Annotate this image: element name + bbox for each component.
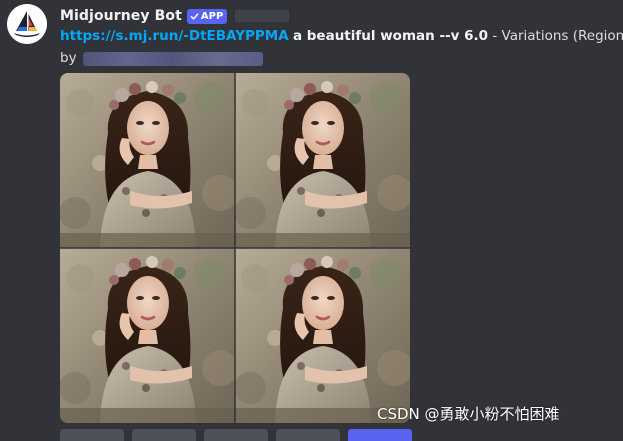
image-grid-icon	[60, 73, 410, 423]
author-name[interactable]: Midjourney Bot	[60, 8, 182, 24]
redacted-user-mention	[82, 51, 263, 66]
message-content: https://s.mj.run/-DtEBAYPPMA a beautiful…	[60, 27, 623, 46]
prompt-link[interactable]: https://s.mj.run/-DtEBAYPPMA	[60, 28, 289, 44]
action-button[interactable]	[276, 429, 340, 441]
watermark: CSDN @勇敢小粉不怕困难	[377, 405, 560, 423]
generated-image-grid[interactable]	[60, 73, 410, 423]
bot-avatar[interactable]	[7, 4, 47, 44]
redacted-timestamp	[235, 10, 290, 22]
action-button[interactable]	[132, 429, 196, 441]
app-badge: APP	[186, 8, 228, 24]
action-buttons-row	[60, 429, 412, 441]
checkmark-icon	[190, 12, 199, 20]
app-badge-label: APP	[200, 10, 224, 22]
action-button[interactable]	[60, 429, 124, 441]
action-button[interactable]	[204, 429, 268, 441]
variation-type: - Variations (Region)	[492, 28, 623, 44]
message-header: Midjourney Bot APP	[60, 6, 290, 26]
byline: by	[60, 49, 263, 68]
chat-message: Midjourney Bot APP https://s.mj.run/-DtE…	[0, 0, 623, 441]
prompt-text: a beautiful woman --v 6.0	[292, 28, 489, 44]
by-label: by	[60, 50, 77, 66]
sailboat-logo-icon	[7, 4, 47, 44]
action-button[interactable]	[348, 429, 412, 441]
